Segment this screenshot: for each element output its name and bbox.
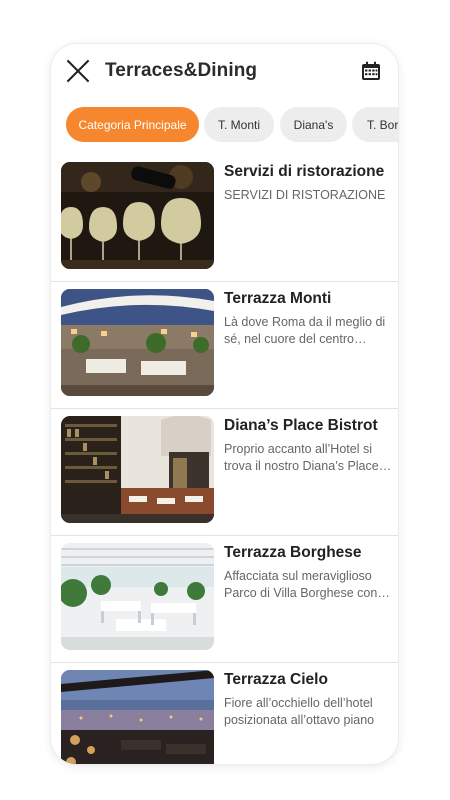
item-description: Là dove Roma da il meglio di sé, nel cuo… (224, 315, 386, 346)
tab-label: Diana's (293, 117, 334, 132)
list-item-servizi[interactable]: Servizi di ristorazione SERVIZI DI RISTO… (51, 154, 398, 282)
item-title: Terrazza Monti (224, 290, 332, 307)
list-item-dianas-place[interactable]: Diana’s Place Bistrot Proprio accanto al… (51, 408, 398, 536)
item-title: Terrazza Borghese (224, 544, 362, 561)
top-bar: Terraces&Dining (51, 44, 398, 100)
item-photo (61, 543, 214, 650)
item-description: Proprio accanto all’Hotel si trova il no… (224, 442, 379, 473)
tab-categoria-principale[interactable]: Categoria Principale (66, 107, 199, 142)
close-icon[interactable] (65, 58, 91, 84)
category-tabs: Categoria Principale T. Monti Diana's T.… (51, 106, 398, 144)
item-photo (61, 162, 214, 269)
item-description: Affacciata sul meraviglioso Parco di Vil… (224, 569, 378, 600)
item-photo (61, 670, 214, 764)
tab-label: T. Monti (217, 117, 260, 132)
tab-label: Categoria Principale (78, 117, 187, 132)
list-item-terrazza-borghese[interactable]: Terrazza Borghese Affacciata sul meravig… (51, 535, 398, 663)
list-item-terrazza-monti[interactable]: Terrazza Monti Là dove Roma da il meglio… (51, 281, 398, 409)
item-text: Diana’s Place Bistrot Proprio accanto al… (224, 416, 392, 475)
item-title: Servizi di ristorazione (224, 163, 385, 180)
tab-dianas[interactable]: Diana's (280, 107, 347, 142)
calendar-icon[interactable] (361, 61, 381, 81)
tab-t-borghese[interactable]: T. Borghese (352, 107, 398, 142)
list-item-terrazza-cielo[interactable]: Terrazza Cielo Fiore all’occhiello dell’… (51, 662, 398, 764)
item-text: Terrazza Borghese Affacciata sul meravig… (224, 543, 392, 602)
item-text: Terrazza Monti Là dove Roma da il meglio… (224, 289, 392, 348)
tab-label: T. Borghese (367, 117, 398, 132)
item-text: Terrazza Cielo Fiore all’occhiello dell’… (224, 670, 392, 729)
item-title: Diana’s Place Bistrot (224, 417, 378, 434)
page-title: Terraces&Dining (105, 60, 258, 81)
tab-t-monti[interactable]: T. Monti (204, 107, 274, 142)
item-title: Terrazza Cielo (224, 671, 328, 688)
app-screen: Terraces&Dining Categoria Principale T. … (51, 44, 398, 764)
item-photo (61, 416, 214, 523)
item-description: Fiore all’occhiello dell’hotel posiziona… (224, 696, 375, 727)
item-photo (61, 289, 214, 396)
item-text: Servizi di ristorazione SERVIZI DI RISTO… (224, 162, 392, 204)
item-description: SERVIZI DI RISTORAZIONE (224, 188, 386, 202)
